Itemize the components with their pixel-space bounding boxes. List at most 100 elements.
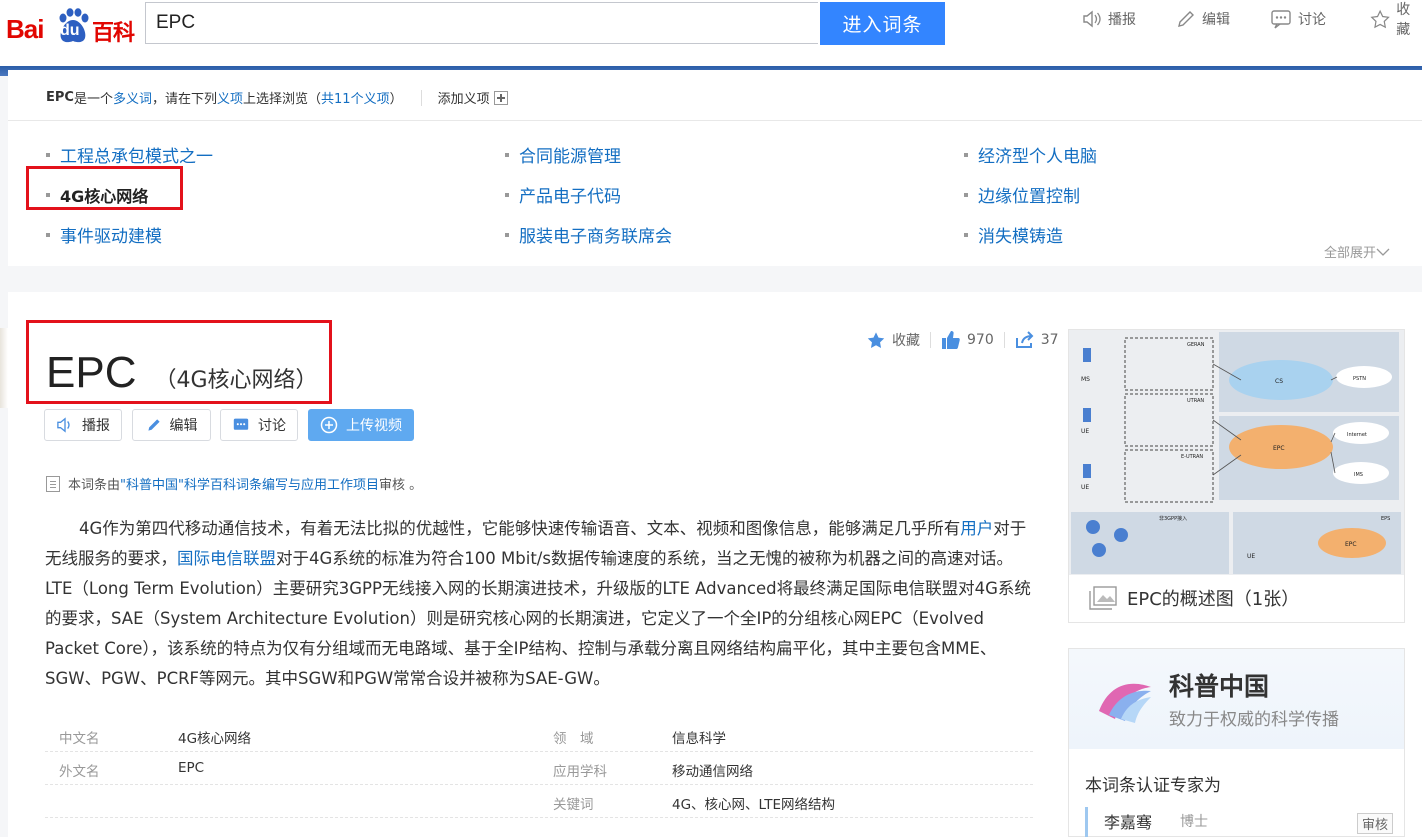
review-project-link[interactable]: "科普中国"科学百科词条编写与应用工作项目 [120, 474, 379, 493]
itu-link[interactable]: 国际电信联盟 [177, 549, 276, 568]
review-suffix: 审核 。 [378, 478, 423, 493]
review-prefix: 本词条由 [68, 478, 121, 493]
discuss-button[interactable]: 讨论 [220, 409, 298, 441]
meaning-count-link[interactable]: 共11个义项 [321, 88, 390, 107]
info-name: 外文名 [59, 764, 100, 780]
diagram-label: IMS [1354, 472, 1363, 478]
pencil-icon [147, 419, 160, 431]
logo-text-bai: Bai [6, 14, 44, 44]
plus-icon[interactable] [493, 90, 508, 105]
polysemy-item[interactable]: 事件驱动建模 [46, 222, 162, 247]
bullet-icon [505, 152, 509, 157]
info-value: 信息科学 [672, 731, 726, 747]
star-filled-icon [867, 332, 885, 349]
meaning-link[interactable]: 义项 [217, 88, 243, 107]
multi-word-link[interactable]: 多义词 [113, 88, 152, 107]
like-button[interactable]: 970 [941, 330, 994, 350]
bullet-icon [46, 232, 50, 237]
basic-info-table: 中文名 4G核心网络 领 域 信息科学 外文名 EPC 应用学科 移动通信网络 … [45, 719, 1033, 818]
info-name: 应用学科 [553, 764, 607, 780]
science-china-slogan: 致力于权威的科学传播 [1169, 710, 1339, 730]
top-edit-label: 编辑 [1202, 12, 1230, 28]
polysemy-item-label: 工程总承包模式之一 [60, 147, 213, 167]
polysemy-item-label: 边缘位置控制 [978, 187, 1080, 207]
chat-icon [233, 418, 249, 430]
table-row: 中文名 4G核心网络 领 域 信息科学 [45, 719, 1033, 752]
polysemy-item[interactable]: 经济型个人电脑 [964, 142, 1097, 167]
search-input[interactable]: EPC [145, 2, 818, 44]
diagram-label: E-UTRAN [1181, 454, 1203, 460]
share-icon [1015, 331, 1034, 348]
polysemy-item[interactable]: 产品电子代码 [505, 182, 621, 207]
stats-separator [1003, 332, 1005, 348]
enter-entry-button[interactable]: 进入词条 [820, 2, 945, 45]
top-favorite-button[interactable]: 收藏 [1370, 2, 1422, 38]
thumbs-up-icon [942, 331, 960, 349]
document-icon [46, 475, 60, 492]
upload-video-button[interactable]: 上传视频 [308, 409, 414, 441]
album-card[interactable]: MS UE UE UE GERAN UTRAN E-UTRAN CS PSTN … [1068, 329, 1405, 623]
diagram-label: GERAN [1187, 342, 1205, 348]
science-china-banner[interactable]: 科普中国 致力于权威的科学传播 [1069, 649, 1404, 749]
upload-video-label: 上传视频 [346, 418, 402, 434]
info-value: 4G核心网络 [178, 731, 252, 747]
diagram-label: UE [1081, 484, 1089, 491]
star-icon [1370, 9, 1390, 29]
diagram-label: UE [1247, 553, 1255, 560]
expert-name[interactable]: 李嘉骞 [1104, 809, 1152, 833]
user-link[interactable]: 用户 [960, 519, 993, 538]
share-button[interactable]: 37 [1015, 331, 1059, 349]
top-edit-button[interactable]: 编辑 [1176, 8, 1230, 30]
polysemy-divider [8, 120, 1422, 121]
entry-summary: 4G作为第四代移动通信技术，有着无法比拟的优越性，它能够快速传输语音、文本、视频… [45, 514, 1035, 694]
info-name: 领 域 [553, 731, 594, 747]
highlight-box-title [26, 320, 332, 404]
edit-button[interactable]: 编辑 [132, 409, 211, 441]
polysemy-item-label: 服装电子商务联席会 [519, 227, 672, 247]
info-name: 中文名 [59, 731, 100, 747]
album-caption[interactable]: EPC的概述图（1张） [1089, 585, 1299, 611]
info-value: 移动通信网络 [672, 764, 753, 780]
info-name: 关键词 [553, 797, 594, 813]
info-value: 4G、核心网、LTE网络结构 [672, 797, 835, 813]
top-header: Bai du 百科 EPC 进入词条 播报 编辑 讨论 收藏 [0, 0, 1422, 66]
share-count: 37 [1040, 332, 1059, 348]
baidu-baike-logo[interactable]: Bai du 百科 [6, 8, 136, 46]
add-meaning-link[interactable]: 添加义项 [438, 88, 490, 107]
polysemy-item[interactable]: 边缘位置控制 [964, 182, 1080, 207]
plus-circle-icon [320, 416, 338, 434]
diagram-label: MS [1081, 376, 1090, 383]
album-caption-text: EPC的概述图（1张） [1127, 589, 1300, 610]
broadcast-button[interactable]: 播报 [44, 409, 122, 441]
highlight-box-current-meaning [26, 166, 183, 210]
diagram-label: 非3GPP接入 [1159, 515, 1187, 522]
polysemy-panel: EPC 是一个 多义词 ，请在下列 义项 上选择浏览（ 共11个义项 ） 添加义… [8, 70, 1422, 266]
polysemy-item[interactable]: 工程总承包模式之一 [46, 142, 213, 167]
top-discuss-label: 讨论 [1298, 12, 1326, 28]
expert-row[interactable]: 李嘉骞 博士 审核 [1085, 807, 1393, 837]
top-favorite-label: 收藏 [1396, 2, 1411, 38]
polysemy-item[interactable]: 服装电子商务联席会 [505, 222, 672, 247]
top-broadcast-button[interactable]: 播报 [1082, 8, 1136, 30]
diagram-label: CS [1275, 378, 1283, 385]
bullet-icon [505, 232, 509, 237]
review-badge: 审核 [1356, 813, 1393, 834]
epc-overview-diagram[interactable]: MS UE UE UE GERAN UTRAN E-UTRAN CS PSTN … [1069, 330, 1404, 575]
top-discuss-button[interactable]: 讨论 [1270, 8, 1326, 30]
summary-text: 对于4G系统的标准为符合100 Mbit/s数据传输速度的系统，当之无愧的被称为… [45, 549, 1031, 688]
expert-section-title: 本词条认证专家为 [1085, 776, 1221, 796]
polysemy-item[interactable]: 消失模铸造 [964, 222, 1063, 247]
diagram-label: UTRAN [1187, 398, 1204, 404]
diagram-label: Internet [1347, 432, 1367, 438]
expand-all-button[interactable]: 全部展开 [1324, 242, 1390, 261]
diagram-label: UE [1081, 428, 1089, 435]
polysemy-item-label: 经济型个人电脑 [978, 147, 1097, 167]
polysemy-item[interactable]: 合同能源管理 [505, 142, 621, 167]
favorite-link[interactable]: 收藏 [866, 330, 920, 350]
top-broadcast-label: 播报 [1108, 12, 1136, 28]
bullet-icon [964, 192, 968, 197]
science-china-card: 科普中国 致力于权威的科学传播 本词条认证专家为 李嘉骞 博士 审核 [1068, 648, 1405, 837]
polysemy-text-1: 是一个 [73, 92, 113, 107]
expert-degree: 博士 [1180, 814, 1208, 830]
discuss-label: 讨论 [258, 418, 286, 434]
